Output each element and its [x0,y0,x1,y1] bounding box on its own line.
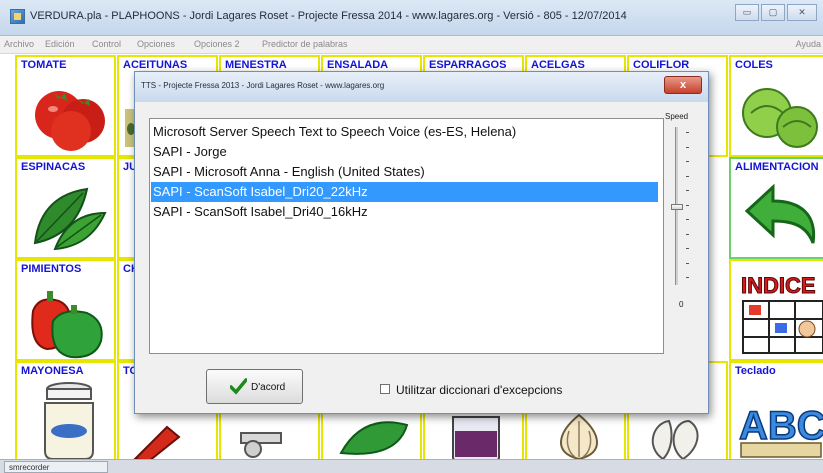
garlic-icon [651,419,699,461]
window-title: VERDURA.pla - PLAPHOONS - Jordi Lagares … [30,10,627,22]
slider-tick [686,219,689,220]
slider-tick [686,204,689,206]
app-icon [10,9,25,24]
voice-item-isabel-22khz[interactable]: SAPI - ScanSoft Isabel_Dri20_22kHz [151,182,658,202]
cell-espinacas[interactable]: ESPINACAS [15,157,116,259]
abc-keyboard-icon: ABC [738,403,823,458]
slider-tick [686,190,689,191]
spinach-icon [33,187,107,251]
ok-button-label: D'acord [251,382,286,393]
voice-item-isabel-16khz[interactable]: SAPI - ScanSoft Isabel_Dri40_16kHz [151,202,658,222]
cell-label: TOMATE [21,59,67,71]
menu-predictor-de-palabras[interactable]: Predictor de palabras [262,39,348,49]
cell-label: COLES [735,59,773,71]
indice-text: INDICE [741,273,816,298]
dialog-close-button[interactable]: x [664,76,702,94]
exceptions-dictionary-checkbox[interactable] [380,384,390,394]
speed-label: Speed [665,112,689,121]
slider-tick [686,262,689,264]
cell-label: MENESTRA [225,59,287,71]
cell-alimentacion[interactable]: ALIMENTACION [729,157,823,259]
plaphoons-window: VERDURA.pla - PLAPHOONS - Jordi Lagares … [0,0,823,473]
tts-dialog: TTS - Projecte Fressa 2013 - Jordi Lagar… [134,71,709,414]
menu-archivo[interactable]: Archivo [4,39,34,49]
speed-slider-thumb[interactable] [671,204,683,210]
slider-tick [686,146,689,148]
menu-opciones[interactable]: Opciones [137,39,175,49]
cell-label: ACELGAS [531,59,585,71]
cell-teclado[interactable]: Teclado ABC [729,361,823,463]
window-controls: ▭ ▢ ✕ [733,4,817,21]
slider-tick [686,175,689,177]
tomato-icon [35,91,105,151]
minimize-button[interactable]: ▭ [735,4,759,21]
slider-tick [686,132,689,133]
cell-label: ENSALADA [327,59,389,71]
cell-tomate[interactable]: TOMATE [15,55,116,157]
purple-jar-icon [452,416,500,461]
menu-opciones-2[interactable]: Opciones 2 [194,39,240,49]
voice-item-jorge[interactable]: SAPI - Jorge [151,142,658,162]
checkmark-icon [230,378,247,395]
cell-label: PIMIENTOS [21,263,82,275]
abc-text: ABC [739,404,823,448]
ketchup-bottle-icon [132,425,181,461]
exceptions-dictionary-label: Utilitzar diccionari d'excepcions [396,383,563,397]
ok-button[interactable]: D'acord [206,369,303,404]
index-board-icon: INDICE [741,273,823,354]
voice-item-helena[interactable]: Microsoft Server Speech Text to Speech V… [151,122,658,142]
pepper-icon [31,291,103,359]
menu-ayuda[interactable]: Ayuda [796,39,821,49]
cell-coles[interactable]: COLES [729,55,823,157]
tap-icon [240,432,282,458]
menu-bar: Archivo Edición Control Opciones Opcione… [0,36,823,54]
cell-label: ACEITUNAS [123,59,188,71]
voice-list[interactable]: Microsoft Server Speech Text to Speech V… [149,118,664,354]
dialog-title-bar: TTS - Projecte Fressa 2013 - Jordi Lagar… [135,72,708,102]
speed-value: 0 [679,300,684,309]
cucumber-icon [339,421,409,455]
cell-pimientos[interactable]: PIMIENTOS [15,259,116,361]
menu-control[interactable]: Control [92,39,121,49]
back-arrow-icon [744,183,816,244]
dialog-title: TTS - Projecte Fressa 2013 - Jordi Lagar… [141,81,385,90]
slider-tick [686,277,689,278]
cell-label: ESPINACAS [21,161,86,173]
slider-tick [686,233,689,235]
taskbar-item-smrecorder[interactable]: smrecorder [4,461,108,473]
cell-mayonesa[interactable]: MAYONESA [15,361,116,463]
onion-icon [560,413,598,461]
slider-tick [686,161,689,162]
maximize-button[interactable]: ▢ [761,4,785,21]
voice-item-anna[interactable]: SAPI - Microsoft Anna - English (United … [151,162,658,182]
slider-tick [686,248,689,249]
cell-label: MAYONESA [21,365,84,377]
menu-edicion[interactable]: Edición [45,39,75,49]
cabbage-icon [742,88,818,148]
title-bar: VERDURA.pla - PLAPHOONS - Jordi Lagares … [0,0,823,36]
cell-label: Teclado [735,365,776,377]
cell-label: ESPARRAGOS [429,59,507,71]
cell-label: COLIFLOR [633,59,690,71]
taskbar: smrecorder [0,459,823,473]
cell-label: ALIMENTACION [735,161,819,173]
mayonnaise-jar-icon [44,382,94,460]
cell-indice[interactable]: INDICE [729,259,823,361]
close-button[interactable]: ✕ [787,4,817,21]
speed-slider-ticks [686,132,690,280]
